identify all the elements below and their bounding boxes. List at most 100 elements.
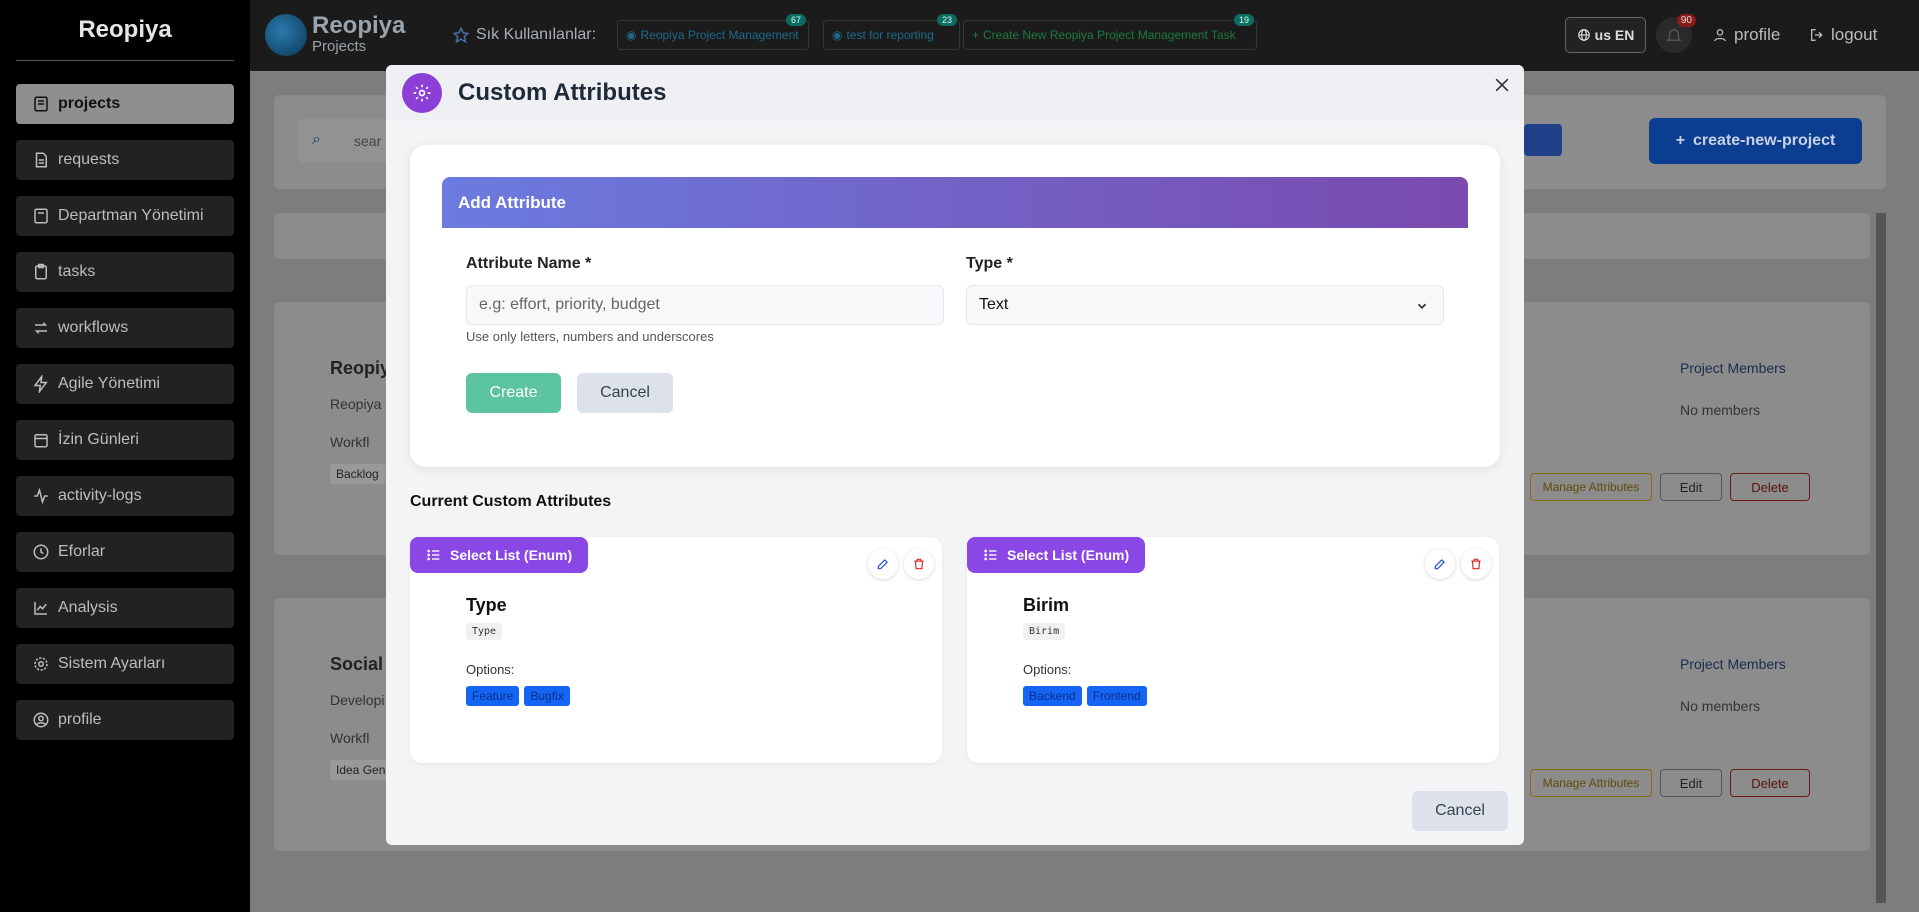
logo[interactable]: Reopiya Projects — [312, 14, 405, 56]
plus-icon: + — [1675, 132, 1686, 149]
modal-title: Custom Attributes — [458, 79, 667, 106]
user-icon — [1714, 29, 1726, 42]
sidebar: Reopiya projects requests Departman Yöne… — [0, 0, 250, 912]
chevron-down-icon — [1417, 303, 1427, 309]
favorites-label: Sık Kullanılanlar: — [452, 26, 596, 44]
type-label: Type * — [966, 255, 1013, 272]
sidebar-item-eforlar[interactable]: Eforlar — [16, 532, 234, 572]
manage-attributes-button[interactable]: Manage Attributes — [1530, 769, 1652, 797]
add-attribute-card: Add Attribute Attribute Name * e.g: effo… — [410, 145, 1500, 467]
attribute-name-label: Attribute Name * — [466, 255, 592, 272]
sidebar-nav: projects requests Departman Yönetimi tas… — [16, 84, 234, 756]
gear-icon — [402, 73, 442, 113]
close-button[interactable] — [1488, 71, 1516, 99]
list-icon — [984, 549, 997, 561]
attribute-name-hint: Use only letters, numbers and underscore… — [466, 329, 714, 344]
sidebar-item-workflows[interactable]: workflows — [16, 308, 234, 348]
attribute-name-input[interactable]: e.g: effort, priority, budget — [466, 285, 944, 325]
trash-icon — [1471, 558, 1481, 570]
list-view-button[interactable] — [1524, 124, 1562, 156]
sidebar-item-label: Departman Yönetimi — [58, 207, 204, 224]
sidebar-item-sistem[interactable]: Sistem Ayarları — [16, 644, 234, 684]
globe-icon — [1577, 29, 1590, 41]
activity-icon — [34, 487, 48, 505]
search-input[interactable]: ⌕ sear — [298, 119, 394, 163]
options-label: Options: — [466, 662, 515, 677]
sidebar-item-label: Sistem Ayarları — [58, 655, 166, 672]
pencil-icon — [877, 559, 888, 570]
sidebar-item-label: Eforlar — [58, 543, 106, 560]
edit-button[interactable]: Edit — [1660, 473, 1722, 501]
attribute-type-tag: Select List (Enum) — [410, 537, 589, 573]
eye-icon: ◉ — [832, 28, 843, 42]
favorite-item[interactable]: ◉ Reopiya Project Management 67 — [617, 14, 809, 50]
sidebar-item-label: projects — [58, 95, 121, 112]
notifications-button[interactable]: 90 — [1656, 14, 1696, 53]
delete-button[interactable]: Delete — [1730, 769, 1810, 797]
option-chip: Bugfix — [524, 686, 570, 706]
sidebar-item-profile[interactable]: profile — [16, 700, 234, 740]
sidebar-item-analysis[interactable]: Analysis — [16, 588, 234, 628]
delete-button[interactable]: Delete — [1730, 473, 1810, 501]
sidebar-item-label: profile — [58, 711, 102, 728]
chart-icon — [34, 602, 47, 615]
sidebar-item-departman[interactable]: Departman Yönetimi — [16, 196, 234, 236]
custom-attributes-modal: Custom Attributes Add Attribute Attribut… — [386, 65, 1524, 845]
logout-link[interactable]: logout — [1809, 25, 1877, 45]
footer-cancel-button[interactable]: Cancel — [1412, 791, 1508, 831]
plus-icon: + — [972, 28, 980, 42]
department-icon — [34, 208, 48, 224]
options-label: Options: — [1023, 662, 1072, 677]
bell-icon — [1666, 29, 1682, 41]
logout-icon — [1811, 29, 1823, 41]
logo-subtitle: Projects — [312, 38, 367, 55]
edit-attribute-button[interactable] — [1425, 549, 1455, 579]
sidebar-item-activity[interactable]: activity-logs — [16, 476, 234, 516]
scrollbar[interactable] — [1876, 213, 1886, 903]
sidebar-item-izin[interactable]: İzin Günleri — [16, 420, 234, 460]
type-select[interactable]: Text — [966, 285, 1444, 325]
sidebar-item-label: workflows — [58, 319, 129, 336]
sidebar-item-label: Agile Yönetimi — [58, 375, 160, 392]
attribute-name: Type — [466, 595, 507, 615]
attribute-key: Birim — [1023, 623, 1066, 640]
gear-icon — [34, 657, 48, 671]
attribute-card: Select List (Enum) Type Type Options: Fe… — [410, 537, 942, 763]
favorite-item[interactable]: + Create New Reopiya Project Management … — [963, 14, 1257, 50]
options-list: Feature Bugfix — [466, 686, 570, 706]
add-attribute-header: Add Attribute — [442, 177, 1468, 228]
create-new-project-button[interactable]: + create-new-project — [1649, 118, 1862, 164]
attribute-key: Type — [466, 623, 503, 640]
sidebar-item-agile[interactable]: Agile Yönetimi — [16, 364, 234, 404]
delete-attribute-button[interactable] — [904, 549, 934, 579]
language-button[interactable]: us EN — [1565, 17, 1646, 53]
modal-header: Custom Attributes — [386, 65, 1524, 121]
option-chip: Backend — [1023, 686, 1082, 706]
sidebar-item-projects[interactable]: projects — [16, 84, 234, 124]
favorite-item[interactable]: ◉ test for reporting 23 — [823, 14, 960, 50]
document-icon — [35, 152, 47, 168]
delete-attribute-button[interactable] — [1461, 549, 1491, 579]
favorite-count: 23 — [936, 14, 957, 26]
edit-attribute-button[interactable] — [868, 549, 898, 579]
cancel-button[interactable]: Cancel — [577, 373, 673, 413]
option-chip: Frontend — [1086, 686, 1147, 706]
star-icon — [452, 26, 470, 44]
clipboard-icon — [35, 263, 47, 280]
create-button[interactable]: Create — [466, 373, 561, 413]
edit-button[interactable]: Edit — [1660, 769, 1722, 797]
sidebar-item-label: İzin Günleri — [58, 431, 139, 448]
sidebar-item-label: tasks — [58, 263, 96, 280]
profile-link[interactable]: profile — [1712, 25, 1780, 45]
sidebar-item-tasks[interactable]: tasks — [16, 252, 234, 292]
calendar-icon — [34, 434, 48, 448]
sidebar-brand: Reopiya — [16, 0, 234, 61]
manage-attributes-button[interactable]: Manage Attributes — [1530, 473, 1652, 501]
sidebar-item-requests[interactable]: requests — [16, 140, 234, 180]
logo-title: Reopiya — [312, 12, 406, 39]
options-list: Backend Frontend — [1023, 686, 1147, 706]
eye-icon: ◉ — [626, 28, 637, 42]
sidebar-item-label: requests — [58, 151, 120, 168]
projects-icon — [34, 96, 48, 112]
lightning-icon — [33, 375, 48, 393]
